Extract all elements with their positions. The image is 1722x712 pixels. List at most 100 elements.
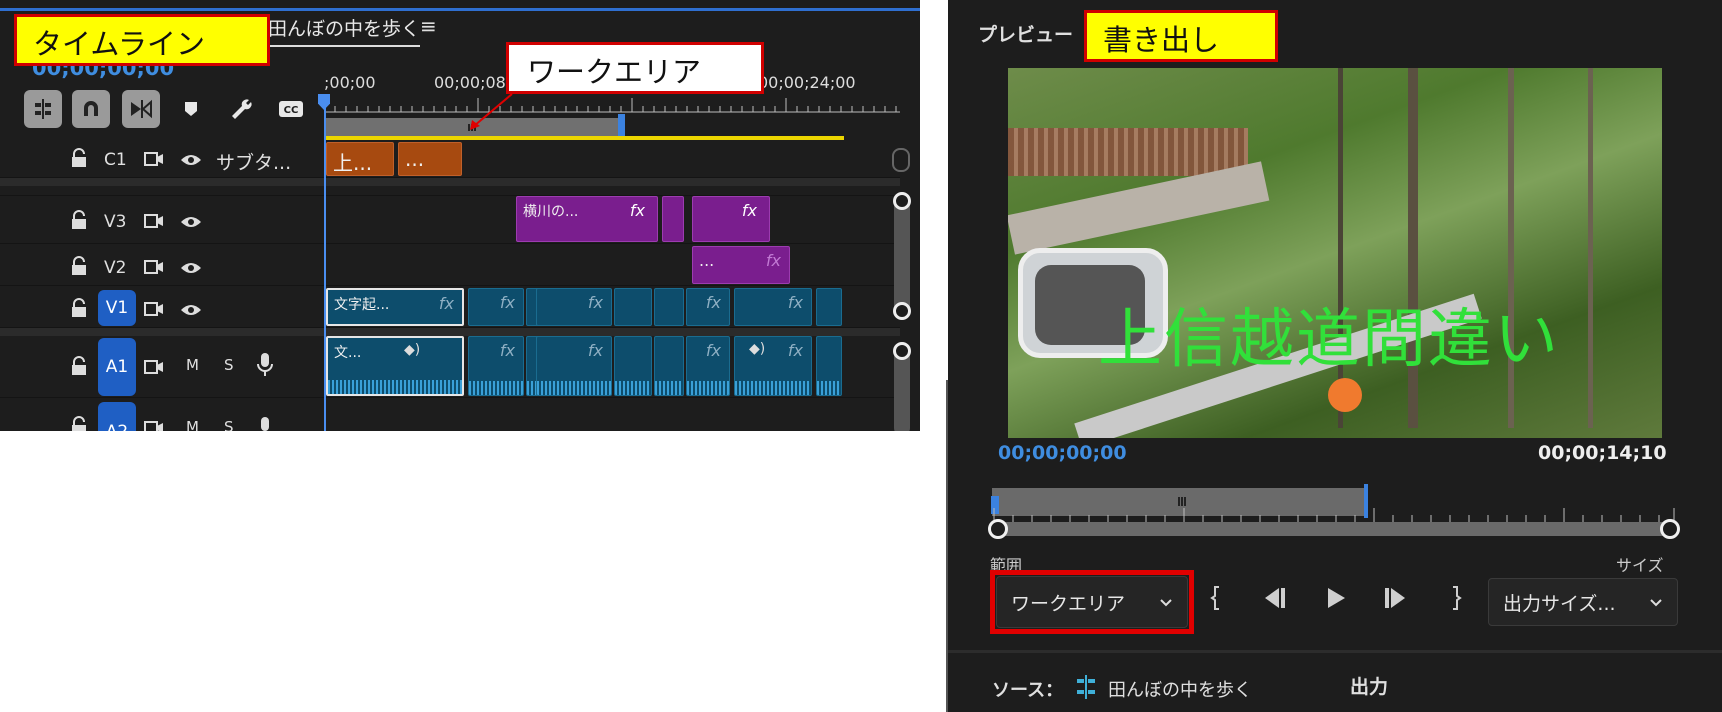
output-label: 出力 <box>1350 676 1389 698</box>
caption-clip[interactable]: 上... <box>326 142 394 176</box>
scroll-handle-top[interactable] <box>893 342 911 360</box>
captions-cc-icon[interactable]: CC <box>272 90 310 128</box>
track-label-subtitle: サブタ... <box>216 152 292 174</box>
track-row-v1: V1 文字起... fx fx fx fx fx <box>0 288 900 328</box>
sequence-icon <box>1074 674 1098 704</box>
fx-badge: fx <box>705 293 721 312</box>
output-size-value: 出力サイズ... <box>1503 592 1616 615</box>
audio-tracks-scrollbar[interactable] <box>893 342 911 431</box>
video-clip[interactable]: fx <box>686 288 730 326</box>
video-clip[interactable]: fx <box>734 288 812 326</box>
output-size-dropdown[interactable]: 出力サイズ... <box>1488 578 1678 626</box>
tab-preview[interactable]: プレビュー <box>978 20 1073 47</box>
orange-dot-graphic <box>1328 378 1362 412</box>
work-area-end-handle[interactable] <box>618 114 625 138</box>
video-tracks-scrollbar[interactable] <box>893 192 911 320</box>
mute-button[interactable]: M <box>186 418 199 431</box>
mark-out-icon[interactable] <box>1438 580 1474 616</box>
solo-button[interactable]: S <box>224 418 234 431</box>
microphone-icon[interactable] <box>256 352 274 382</box>
sync-lock-icon[interactable] <box>144 301 164 321</box>
eye-icon[interactable] <box>180 302 202 321</box>
audio-clip[interactable]: ◆) fx <box>734 336 812 396</box>
caption-clip[interactable]: ... <box>398 142 462 176</box>
video-clip[interactable]: fx <box>468 288 524 326</box>
video-audio-divider <box>0 328 900 336</box>
mark-in-icon[interactable] <box>1198 580 1234 616</box>
audio-waveform <box>735 381 811 395</box>
eye-icon[interactable] <box>180 260 202 279</box>
export-scrub-end-handle[interactable] <box>1660 519 1680 539</box>
video-clip-selected[interactable]: 文字起... fx <box>326 288 464 326</box>
clip-title: 横川の... <box>523 204 579 220</box>
tree-graphic <box>1588 68 1593 428</box>
lock-icon[interactable] <box>70 298 88 322</box>
fx-badge: fx <box>787 293 803 312</box>
video-clip[interactable] <box>614 288 652 326</box>
audio-waveform <box>615 381 651 395</box>
lock-icon[interactable] <box>70 148 88 172</box>
lock-icon[interactable] <box>70 256 88 280</box>
video-clip[interactable] <box>654 288 684 326</box>
voice-icon: ◆) <box>749 341 766 357</box>
clip-title: 文字起... <box>334 297 390 313</box>
lock-icon[interactable] <box>70 416 88 431</box>
lock-icon[interactable] <box>70 356 88 380</box>
fx-badge: fx <box>587 341 603 360</box>
workarea-callout: ワークエリア <box>506 42 764 94</box>
track-target-a2[interactable]: A2 <box>98 402 136 431</box>
video-clip[interactable]: 横川の... fx <box>516 196 658 242</box>
video-clip[interactable]: fx <box>536 288 612 326</box>
microphone-icon[interactable] <box>256 416 274 431</box>
sequence-tab[interactable]: 田んぼの中を歩く <box>268 14 421 47</box>
insert-nest-tool-icon[interactable] <box>24 90 62 128</box>
lock-icon[interactable] <box>70 210 88 234</box>
video-clip[interactable]: ... fx <box>692 246 790 284</box>
track-target-v1[interactable]: V1 <box>98 290 136 326</box>
video-clip[interactable]: fx <box>692 196 770 242</box>
sync-lock-icon[interactable] <box>144 213 164 233</box>
linked-selection-icon[interactable] <box>122 90 160 128</box>
video-clip[interactable] <box>816 288 842 326</box>
track-row-a2: A2 M S <box>0 400 900 431</box>
mute-button[interactable]: M <box>186 356 199 374</box>
sync-lock-icon[interactable] <box>144 151 164 171</box>
scroll-handle-bottom[interactable] <box>893 302 911 320</box>
in-point-timecode[interactable]: 00;00;00;00 <box>998 442 1127 464</box>
play-icon[interactable] <box>1318 580 1354 616</box>
track-scroll-handle[interactable] <box>892 148 910 172</box>
audio-clip[interactable]: fx <box>686 336 730 396</box>
empty-track-row <box>0 186 900 196</box>
video-caption-divider <box>0 178 900 186</box>
audio-clip[interactable]: fx <box>468 336 524 396</box>
sync-lock-icon[interactable] <box>144 259 164 279</box>
timeline-panel: 田んぼの中を歩く ≡ 00;00;00;00 CC ;00;00 00;00;0… <box>0 0 920 431</box>
audio-waveform <box>687 381 729 395</box>
video-clip[interactable] <box>662 196 684 242</box>
audio-clip[interactable] <box>654 336 684 396</box>
track-name-c1: C1 <box>104 150 127 170</box>
audio-clip[interactable]: fx <box>536 336 612 396</box>
audio-clip-selected[interactable]: 文... ◆) <box>326 336 464 396</box>
track-target-a1[interactable]: A1 <box>98 338 136 396</box>
scroll-handle-top[interactable] <box>893 192 911 210</box>
solo-button[interactable]: S <box>224 356 234 374</box>
snap-magnet-icon[interactable] <box>72 90 110 128</box>
step-forward-icon[interactable] <box>1378 580 1414 616</box>
playhead-line <box>324 96 326 431</box>
audio-clip[interactable] <box>816 336 842 396</box>
eye-icon[interactable] <box>180 152 202 171</box>
sync-lock-icon[interactable] <box>144 359 164 379</box>
export-scrub-track[interactable] <box>996 522 1672 536</box>
track-row-v2: V2 ... fx <box>0 246 900 286</box>
add-marker-icon[interactable] <box>172 90 210 128</box>
export-scrub-start-handle[interactable] <box>988 519 1008 539</box>
panel-menu-icon[interactable]: ≡ <box>420 14 437 38</box>
sync-lock-icon[interactable] <box>144 420 164 431</box>
audio-waveform <box>469 381 523 395</box>
wrench-settings-icon[interactable] <box>222 90 260 128</box>
audio-clip[interactable] <box>614 336 652 396</box>
step-back-icon[interactable] <box>1256 580 1292 616</box>
fx-badge: fx <box>765 251 781 270</box>
eye-icon[interactable] <box>180 214 202 233</box>
